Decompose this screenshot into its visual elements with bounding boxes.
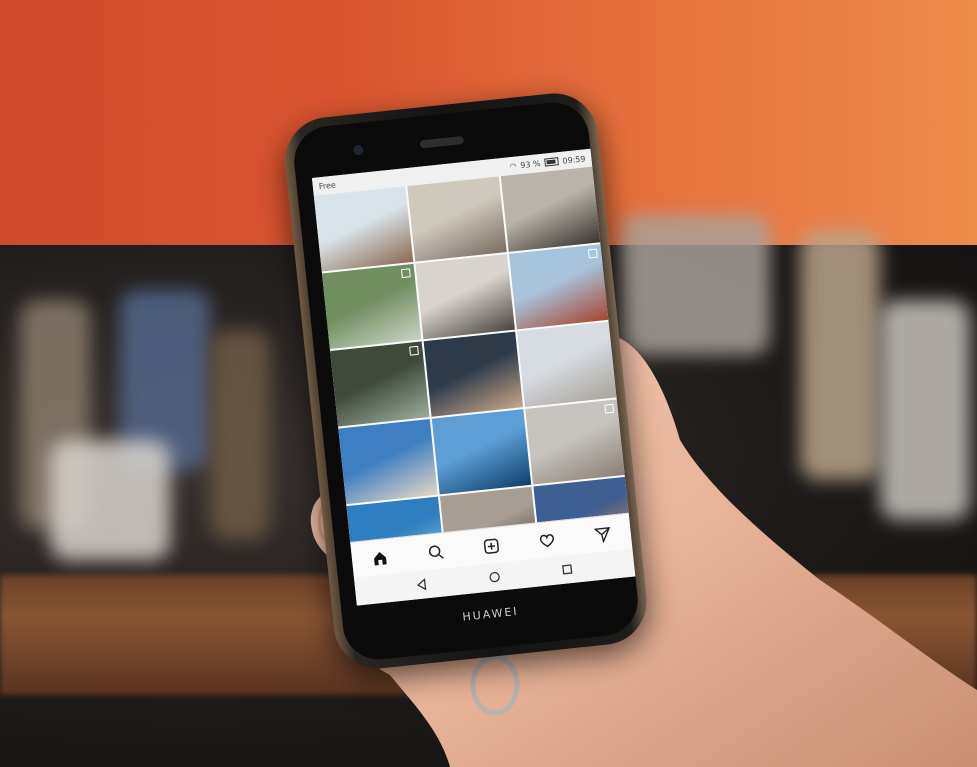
home-circle-icon[interactable] (488, 567, 502, 587)
send-icon[interactable] (590, 521, 616, 547)
photo-tile-aerial-green-landscape[interactable] (321, 263, 422, 350)
photo-scene: Free ◠ 93 % 09:59 HUAWEI (0, 0, 977, 767)
add-post-icon[interactable] (478, 533, 504, 559)
photo-tile-wooden-posts-beach[interactable] (313, 186, 414, 272)
profile-photo-grid (313, 166, 633, 582)
smartphone: Free ◠ 93 % 09:59 HUAWEI (280, 89, 652, 673)
back-icon[interactable] (415, 575, 429, 595)
phone-bezel: Free ◠ 93 % 09:59 HUAWEI (290, 98, 642, 664)
blurred-bottle (50, 440, 170, 560)
multi-photo-icon (587, 248, 598, 259)
battery-percent: 93 % (519, 158, 542, 170)
photo-tile-blue-sea-beach[interactable] (338, 418, 438, 505)
battery-icon (544, 157, 559, 167)
earpiece (419, 135, 465, 149)
photo-tile-red-coast[interactable] (508, 244, 609, 330)
blurred-bottle (210, 330, 270, 540)
front-camera (352, 144, 364, 156)
multi-photo-icon (604, 403, 615, 414)
photo-tile-child-with-toy[interactable] (500, 166, 601, 252)
carrier-label: Free (318, 180, 337, 191)
photo-tile-woman-at-table[interactable] (423, 331, 524, 417)
photo-tile-underwater-boat[interactable] (431, 409, 532, 495)
heart-icon[interactable] (534, 527, 560, 553)
wifi-icon: ◠ (508, 161, 517, 171)
photo-tile-child-on-sand[interactable] (407, 176, 507, 262)
photo-tile-kids-on-beach[interactable] (517, 321, 617, 407)
search-icon[interactable] (423, 539, 449, 565)
photo-tile-forest-trees[interactable] (330, 341, 430, 427)
phone-screen: Free ◠ 93 % 09:59 (311, 148, 636, 606)
photo-tile-child-on-white-sand[interactable] (525, 399, 625, 485)
home-icon[interactable] (367, 545, 393, 571)
multi-photo-icon (409, 345, 420, 356)
clock: 09:59 (561, 153, 586, 166)
multi-photo-icon (400, 268, 411, 279)
recents-icon[interactable] (560, 559, 574, 579)
photo-tile-woman-in-room[interactable] (415, 254, 515, 340)
